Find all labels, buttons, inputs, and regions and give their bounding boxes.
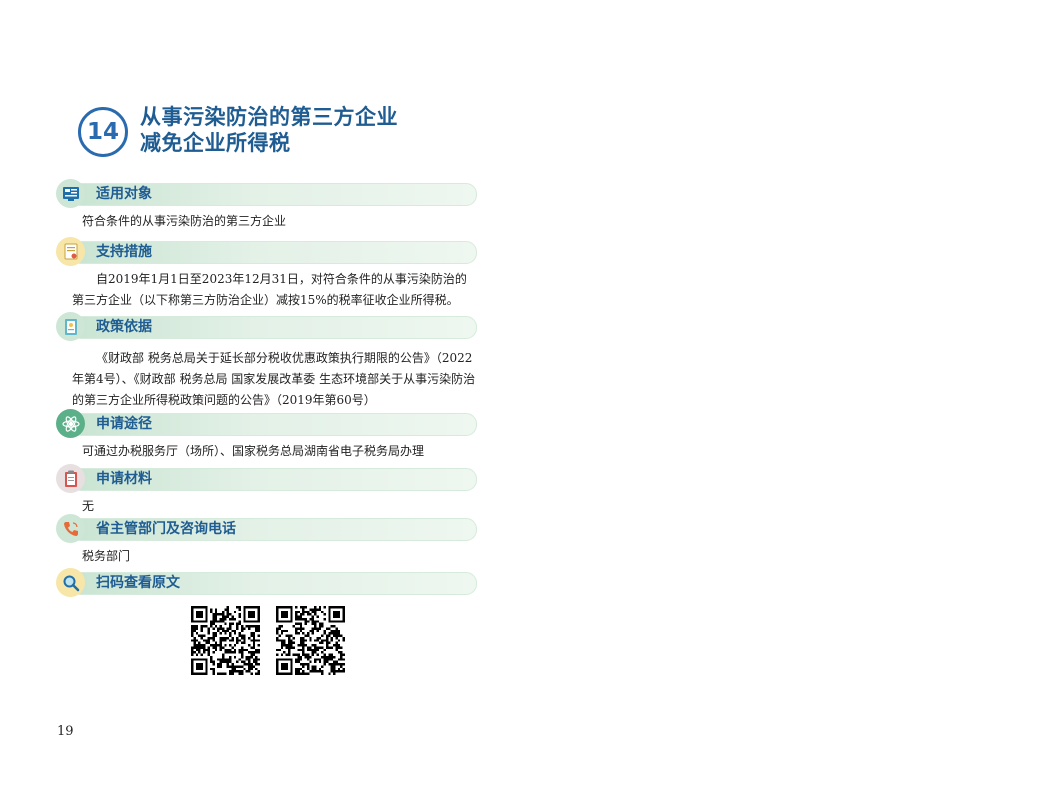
certificate-icon (56, 237, 85, 266)
atom-icon (56, 409, 85, 438)
clipboard-icon (56, 464, 85, 493)
section-body: 《财政部 税务总局关于延长部分税收优惠政策执行期限的公告》（2022年第4号）、… (56, 348, 476, 411)
section-apply-channel: 申请途径 可通过办税服务厅（场所）、国家税务总局湖南省电子税务局办理 (56, 409, 477, 462)
qr-code-icon[interactable] (191, 606, 260, 675)
section-title: 政策依据 (96, 319, 152, 335)
magnifier-icon (56, 568, 85, 597)
policy-document-icon (56, 312, 85, 341)
section-body: 税务部门 (56, 546, 476, 567)
section-number-badge: 14 (78, 107, 128, 157)
section-title: 扫码查看原文 (96, 575, 180, 591)
section-body: 自2019年1月1日至2023年12月31日，对符合条件的从事污染防治的第三方企… (56, 269, 476, 311)
section-target: 适用对象 符合条件的从事污染防治的第三方企业 (56, 179, 477, 232)
page-title: 从事污染防治的第三方企业 减免企业所得税 (140, 104, 398, 156)
section-text: 可通过办税服务厅（场所）、国家税务总局湖南省电子税务局办理 (82, 444, 425, 458)
section-body: 符合条件的从事污染防治的第三方企业 (56, 211, 476, 232)
section-materials: 申请材料 无 (56, 464, 477, 517)
section-measures: 支持措施 自2019年1月1日至2023年12月31日，对符合条件的从事污染防治… (56, 237, 477, 311)
section-title: 支持措施 (96, 244, 152, 260)
section-title: 申请途径 (96, 416, 152, 432)
section-text: 符合条件的从事污染防治的第三方企业 (82, 214, 287, 228)
section-title: 省主管部门及咨询电话 (96, 521, 236, 537)
qr-code-group (191, 606, 345, 675)
section-contact: 省主管部门及咨询电话 税务部门 (56, 514, 477, 567)
section-title: 适用对象 (96, 186, 152, 202)
section-text: 税务部门 (82, 549, 131, 563)
phone-icon (56, 514, 85, 543)
section-scan-original: 扫码查看原文 (56, 568, 477, 598)
section-body: 可通过办税服务厅（场所）、国家税务总局湖南省电子税务局办理 (56, 441, 476, 462)
page-title-line-2: 减免企业所得税 (140, 130, 291, 155)
section-text: 自2019年1月1日至2023年12月31日，对符合条件的从事污染防治的第三方企… (72, 272, 467, 307)
section-title: 申请材料 (96, 471, 152, 487)
document-card-icon (56, 179, 85, 208)
page-number: 19 (57, 724, 74, 739)
section-policy-basis: 政策依据 《财政部 税务总局关于延长部分税收优惠政策执行期限的公告》（2022年… (56, 312, 477, 411)
page-title-line-1: 从事污染防治的第三方企业 (140, 104, 398, 129)
qr-code-icon[interactable] (276, 606, 345, 675)
section-text: 《财政部 税务总局关于延长部分税收优惠政策执行期限的公告》（2022年第4号）、… (72, 351, 476, 407)
